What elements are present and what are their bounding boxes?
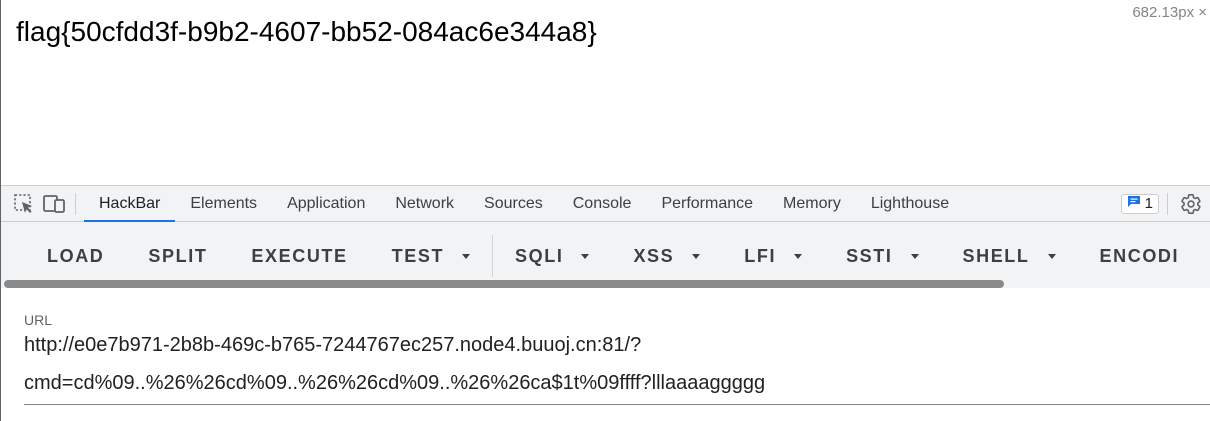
tab-sources[interactable]: Sources xyxy=(469,186,558,222)
issues-button[interactable]: 1 xyxy=(1120,193,1159,214)
viewport-size-readout: 682.13px × xyxy=(1132,4,1207,21)
tab-hackbar[interactable]: HackBar xyxy=(84,186,176,222)
browser-window: flag{50cfdd3f-b9b2-4607-bb52-084ac6e344a… xyxy=(0,0,1210,421)
hackbar-button-row: LOAD SPLIT EXECUTE TEST SQLI XSS LFI SST… xyxy=(25,234,1201,278)
url-input-line-2[interactable]: cmd=cd%09..%26%26cd%09..%26%26cd%09..%26… xyxy=(24,372,765,395)
tab-memory[interactable]: Memory xyxy=(768,186,856,222)
split-button-label: SPLIT xyxy=(148,245,208,266)
execute-button[interactable]: EXECUTE xyxy=(229,234,369,278)
toolbar-divider xyxy=(1167,192,1168,215)
xss-menu-button[interactable]: XSS xyxy=(611,234,722,278)
load-button[interactable]: LOAD xyxy=(25,234,126,278)
test-menu-button[interactable]: TEST xyxy=(370,234,492,278)
inspect-element-icon[interactable] xyxy=(9,187,39,221)
tab-network[interactable]: Network xyxy=(380,186,469,222)
tab-elements[interactable]: Elements xyxy=(175,186,272,222)
caret-down-icon xyxy=(692,253,701,259)
page-viewport: flag{50cfdd3f-b9b2-4607-bb52-084ac6e344a… xyxy=(1,0,1210,185)
shell-menu-button[interactable]: SHELL xyxy=(941,234,1078,278)
caret-down-icon xyxy=(581,253,590,259)
url-input-line-1[interactable]: http://e0e7b971-2b8b-469c-b765-7244767ec… xyxy=(24,334,641,357)
tab-bar-right-controls: 1 xyxy=(1120,186,1210,221)
tab-lighthouse[interactable]: Lighthouse xyxy=(856,186,964,222)
tab-performance[interactable]: Performance xyxy=(646,186,768,222)
shell-button-label: SHELL xyxy=(962,245,1030,266)
toolbar-divider xyxy=(75,192,76,215)
gear-icon[interactable] xyxy=(1176,189,1206,219)
device-toolbar-icon[interactable] xyxy=(39,187,69,221)
sqli-menu-button[interactable]: SQLI xyxy=(493,234,611,278)
flag-text: flag{50cfdd3f-b9b2-4607-bb52-084ac6e344a… xyxy=(16,16,597,47)
issues-message-icon xyxy=(1127,195,1141,212)
tab-application[interactable]: Application xyxy=(272,186,380,222)
load-button-label: LOAD xyxy=(47,245,105,266)
issues-count: 1 xyxy=(1144,195,1153,212)
devtools-tab-bar: HackBar Elements Application Network Sou… xyxy=(1,185,1210,222)
tab-console[interactable]: Console xyxy=(558,186,647,222)
test-button-label: TEST xyxy=(391,245,445,266)
url-field-area: URL http://e0e7b971-2b8b-469c-b765-72447… xyxy=(1,288,1210,421)
ssti-button-label: SSTI xyxy=(846,245,893,266)
url-field-underline xyxy=(24,404,1210,405)
encoding-menu-button[interactable]: ENCODI xyxy=(1078,234,1202,278)
caret-down-icon xyxy=(462,253,471,259)
execute-button-label: EXECUTE xyxy=(251,245,348,266)
ssti-menu-button[interactable]: SSTI xyxy=(824,234,940,278)
encoding-button-label: ENCODI xyxy=(1099,245,1180,266)
url-label: URL xyxy=(24,312,53,328)
split-button[interactable]: SPLIT xyxy=(126,234,229,278)
caret-down-icon xyxy=(794,253,803,259)
caret-down-icon xyxy=(1047,253,1056,259)
caret-down-icon xyxy=(910,253,919,259)
lfi-button-label: LFI xyxy=(744,245,777,266)
scrollbar-thumb[interactable] xyxy=(4,280,1004,288)
sqli-button-label: SQLI xyxy=(515,245,564,266)
xss-button-label: XSS xyxy=(633,245,675,266)
lfi-menu-button[interactable]: LFI xyxy=(722,234,824,278)
